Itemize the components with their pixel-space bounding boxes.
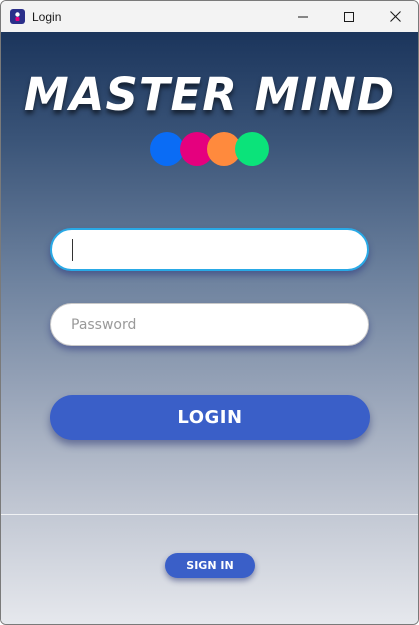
close-icon — [389, 11, 401, 22]
password-field[interactable]: Password — [50, 303, 369, 346]
window-title: Login — [32, 10, 62, 24]
close-button[interactable] — [372, 1, 418, 32]
logo-dot-green — [235, 132, 269, 166]
minimize-button[interactable] — [280, 1, 326, 32]
app-logo-title: MASTER MIND — [23, 68, 396, 121]
login-button[interactable]: LOGIN — [50, 395, 370, 440]
maximize-icon — [344, 11, 354, 22]
password-placeholder: Password — [71, 316, 137, 333]
login-panel: MASTER MIND Password LOGIN SIGN IN — [1, 32, 418, 624]
title-bar[interactable]: Login — [1, 1, 418, 32]
text-caret — [72, 238, 73, 261]
maximize-button[interactable] — [326, 1, 372, 32]
minimize-icon — [298, 16, 308, 17]
mastermind-app-icon — [10, 9, 25, 24]
sign-in-button[interactable]: SIGN IN — [165, 553, 255, 578]
username-field[interactable] — [50, 228, 369, 271]
logo-dot-blue — [150, 132, 184, 166]
section-divider — [1, 514, 418, 515]
login-window: Login MASTER MIND Password LOGIN SIGN IN — [0, 0, 419, 625]
